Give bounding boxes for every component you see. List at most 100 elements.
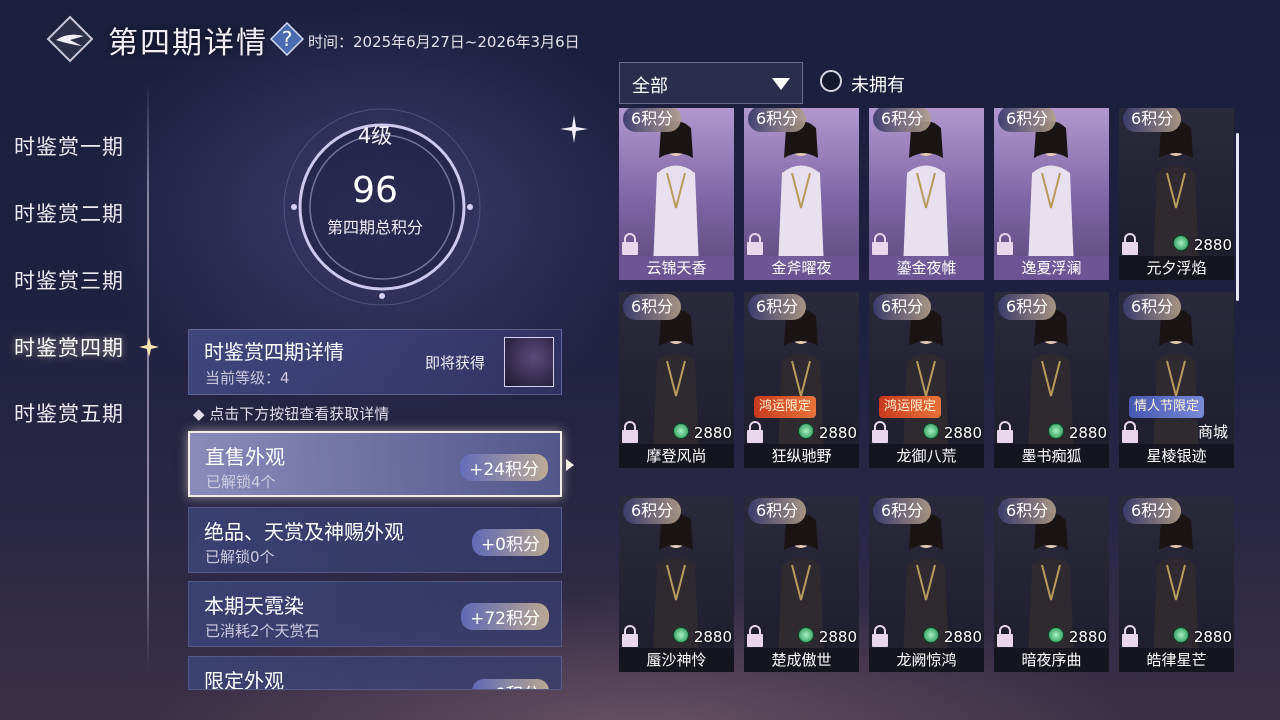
outfit-card[interactable]: 6积分 2880 龙阙惊鸿 [869, 496, 984, 672]
jade-coin-icon [1048, 423, 1064, 439]
points-badge: 6积分 [748, 498, 807, 524]
outfit-card[interactable]: 6积分 2880 鸿运限定 狂纵驰野 [744, 292, 859, 468]
nav-item-period-1[interactable]: 时鉴赏一期 [14, 131, 124, 161]
character-portrait-icon [1028, 121, 1074, 268]
outfit-card[interactable]: 6积分 2880 鸿运限定 龙御八荒 [869, 292, 984, 468]
points-badge: 6积分 [873, 108, 932, 132]
category-direct-sale[interactable]: 直售外观 已解锁4个 +24积分 [188, 431, 574, 497]
outfit-card[interactable]: 6积分 金斧曜夜 [744, 108, 859, 280]
level-ring: 4级 96 第四期总积分 [230, 100, 520, 330]
upcoming-reward-label: 即将获得 [425, 354, 486, 372]
jade-coin-icon [798, 627, 814, 643]
points-badge: 6积分 [1123, 108, 1182, 132]
points-badge: 6积分 [998, 294, 1057, 320]
total-score-label: 第四期总积分 [326, 218, 423, 237]
active-marker-icon [139, 337, 159, 357]
sparkle-icon [560, 115, 588, 143]
outfit-card[interactable]: 6积分 2880 楚成傲世 [744, 496, 859, 672]
level-label: 4级 [357, 124, 393, 148]
lock-icon [622, 421, 638, 443]
outfit-card[interactable]: 6积分 2880 摩登风尚 [619, 292, 734, 468]
nav-item-period-5[interactable]: 时鉴赏五期 [14, 398, 124, 428]
lock-icon [1122, 625, 1138, 647]
points-badge: 6积分 [998, 108, 1057, 132]
price: 2880 [818, 424, 857, 442]
category-subtitle: 已消耗2个天赏石 [205, 622, 320, 640]
outfit-card[interactable]: 6积分 2880 墨书痴狐 [994, 292, 1109, 468]
price: 2880 [1193, 628, 1232, 646]
category-title: 直售外观 [205, 445, 285, 469]
outfit-name: 元夕浮焰 [1119, 256, 1234, 280]
outfit-name: 金斧曜夜 [744, 256, 859, 280]
filter-dropdown[interactable]: 全部 [619, 62, 803, 104]
nav-item-period-4[interactable]: 时鉴赏四期 [14, 332, 124, 362]
category-dye[interactable]: 本期天霓染 已消耗2个天赏石 +72积分 [188, 581, 562, 647]
points-badge: 6积分 [1123, 294, 1182, 320]
outfit-card[interactable]: 6积分 商城 情人节限定 星棱银迹 [1119, 292, 1234, 468]
category-title: 绝品、天赏及神赐外观 [204, 520, 404, 544]
points-badge: 6积分 [1123, 498, 1182, 524]
outfit-name: 墨书痴狐 [994, 444, 1109, 468]
category-subtitle: 已解锁0个 [205, 548, 275, 566]
grid-scrollbar[interactable] [1236, 133, 1239, 301]
lock-icon [997, 625, 1013, 647]
outfit-name: 蜃沙神怜 [619, 648, 734, 672]
unowned-radio[interactable] [820, 70, 842, 92]
lock-icon [622, 233, 638, 255]
category-premium[interactable]: 绝品、天赏及神赐外观 已解锁0个 +0积分 [188, 507, 562, 573]
nav-item-period-2[interactable]: 时鉴赏二期 [14, 198, 124, 228]
outfit-grid: 6积分 云锦天香 6积分 金斧曜夜 6积分 鎏金夜帷 6积分 逸夏浮澜 6积分 2880 元夕浮焰 6… [619, 108, 1240, 690]
back-icon[interactable] [46, 15, 94, 63]
lock-icon [872, 233, 888, 255]
help-icon[interactable]: ? [270, 22, 304, 56]
outfit-card[interactable]: 6积分 2880 蜃沙神怜 [619, 496, 734, 672]
outfit-name: 云锦天香 [619, 256, 734, 280]
lock-icon [1122, 421, 1138, 443]
unowned-label[interactable]: 未拥有 [851, 71, 905, 97]
lock-icon [747, 233, 763, 255]
outfit-card[interactable]: 6积分 2880 暗夜序曲 [994, 496, 1109, 672]
category-points: +72积分 [461, 603, 549, 630]
limited-tag: 鸿运限定 [754, 396, 817, 418]
outfit-name: 逸夏浮澜 [994, 256, 1109, 280]
points-badge: 6积分 [998, 498, 1057, 524]
outfit-name: 暗夜序曲 [994, 648, 1109, 672]
outfit-card[interactable]: 6积分 2880 皓律星芒 [1119, 496, 1234, 672]
jade-coin-icon [923, 627, 939, 643]
jade-coin-icon [673, 627, 689, 643]
lock-icon [997, 233, 1013, 255]
svg-text:?: ? [282, 27, 293, 51]
detail-title: 时鉴赏四期详情 [204, 340, 344, 364]
limited-tag: 鸿运限定 [879, 396, 942, 418]
category-points: +24积分 [460, 454, 548, 481]
jade-coin-icon [798, 423, 814, 439]
jade-coin-icon [923, 423, 939, 439]
category-limited[interactable]: 限定外观 +0积分 [188, 656, 562, 690]
jade-coin-icon [1048, 627, 1064, 643]
nav-divider [147, 80, 149, 670]
outfit-name: 皓律星芒 [1119, 648, 1234, 672]
outfit-card[interactable]: 6积分 2880 元夕浮焰 [1119, 108, 1234, 280]
jade-coin-icon [1173, 627, 1189, 643]
price: 2880 [1068, 628, 1107, 646]
nav-item-period-3[interactable]: 时鉴赏三期 [14, 265, 124, 295]
jade-coin-icon [1173, 235, 1189, 251]
outfit-card[interactable]: 6积分逸夏浮澜 [994, 108, 1109, 280]
lock-icon [747, 421, 763, 443]
chevron-down-icon [772, 78, 790, 90]
points-badge: 6积分 [623, 294, 682, 320]
points-badge: 6积分 [873, 294, 932, 320]
upcoming-reward-thumbnail[interactable] [504, 337, 554, 387]
points-badge: 6积分 [623, 498, 682, 524]
shop-label: 商城 [1197, 423, 1228, 441]
outfit-name: 楚成傲世 [744, 648, 859, 672]
selected-arrow-icon [566, 459, 574, 471]
limited-tag: 情人节限定 [1129, 396, 1205, 418]
outfit-name: 狂纵驰野 [744, 444, 859, 468]
price: 2880 [1068, 424, 1107, 442]
lock-icon [997, 421, 1013, 443]
outfit-card[interactable]: 6积分 鎏金夜帷 [869, 108, 984, 280]
event-period: 时间：2025年6月27日~2026年3月6日 [308, 33, 580, 51]
price: 2880 [818, 628, 857, 646]
outfit-card[interactable]: 6积分 云锦天香 [619, 108, 734, 280]
